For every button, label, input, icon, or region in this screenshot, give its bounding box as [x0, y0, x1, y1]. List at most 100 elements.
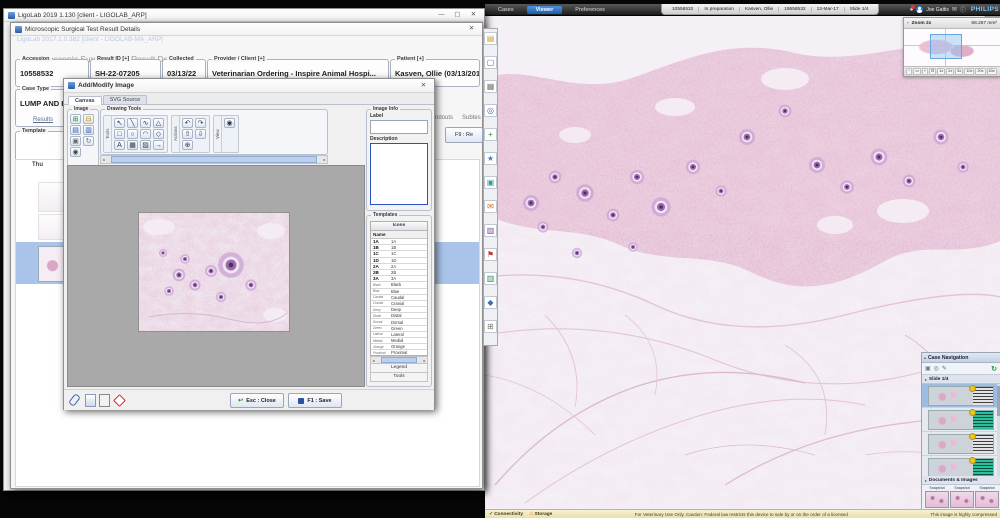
close-icon[interactable]: ✕ [417, 81, 430, 91]
zoom-header[interactable]: ‹ Zoom 2x 68.257 mm² [904, 18, 1000, 29]
new-canvas-icon[interactable]: ▣ [70, 136, 81, 146]
zoom-level-button[interactable]: 10x [964, 68, 975, 75]
field-value[interactable]: SH-22-07205 [95, 69, 140, 78]
undo-icon[interactable]: ↶ [182, 118, 193, 128]
templates-name-column[interactable]: Name [371, 231, 427, 239]
text-tool-icon[interactable]: A [114, 140, 125, 150]
tag-icon[interactable] [113, 394, 126, 407]
monitor-icon[interactable]: ▢ [484, 56, 497, 69]
field-value[interactable]: 10558532 [20, 69, 53, 78]
slide-thumbnail[interactable] [922, 456, 1000, 476]
slide-thumbnail[interactable] [922, 408, 1000, 432]
polygon-tool-icon[interactable]: △ [153, 118, 164, 128]
tab-sendouts[interactable]: ndouts [435, 115, 453, 121]
dialog-tab[interactable]: SVG Source [102, 95, 148, 104]
send-back-icon[interactable]: ⇩ [195, 129, 206, 139]
overview-map[interactable] [904, 29, 1000, 66]
preview-icon[interactable]: ◉ [224, 118, 235, 128]
templates-scrollbar[interactable]: ◂ ▸ [370, 356, 428, 364]
window-icon[interactable]: ⊞ [484, 320, 497, 333]
patient-record-icon[interactable]: ▤ [484, 32, 497, 45]
documents-section-header[interactable]: ▸ Documents & Images [922, 476, 1000, 485]
star-icon[interactable]: ★ [484, 152, 497, 165]
camera-icon[interactable]: ◉ [70, 147, 81, 157]
image-canvas[interactable] [67, 165, 365, 387]
dialog-title-bar[interactable]: Add/Modify Image ✕ [64, 79, 434, 93]
save-image-icon[interactable]: ▤ [70, 125, 81, 135]
scroll-right-icon[interactable]: ▸ [422, 358, 427, 363]
field-value[interactable]: 03/13/22 [167, 69, 196, 78]
ellipse-tool-icon[interactable]: ○ [127, 129, 138, 139]
zoom-in-icon[interactable]: + [921, 68, 929, 75]
slide-thumbnail[interactable] [922, 384, 1000, 408]
label-input[interactable] [370, 120, 428, 134]
snapshot-thumbnail[interactable]: Snapshot [950, 486, 974, 510]
note-icon[interactable] [85, 394, 96, 407]
results-link[interactable]: Results [33, 117, 53, 123]
zoom-level-button[interactable]: 20x [975, 68, 986, 75]
viewer-tab[interactable]: Cases [489, 6, 523, 14]
line-tool-icon[interactable]: ╲ [127, 118, 138, 128]
scrollbar-thumb[interactable] [381, 356, 417, 364]
zoom-level-button[interactable]: 2x [946, 68, 955, 75]
layers-icon[interactable]: ▥ [484, 272, 497, 285]
stamp-icon[interactable]: ▣ [925, 365, 931, 373]
viewer-tab[interactable]: Viewer [526, 5, 563, 14]
close-dialog-button[interactable]: ↩ Esc : Close [230, 393, 284, 408]
slide-thumbnail[interactable] [922, 432, 1000, 456]
viewer-tab[interactable]: Preferences [566, 6, 614, 14]
zoom-out-icon[interactable]: − [906, 68, 913, 75]
case-navigation-header[interactable]: ▴ Case Navigation [922, 353, 1000, 363]
curve-tool-icon[interactable]: ◠ [140, 129, 151, 139]
notifications-icon[interactable]: ● [910, 4, 916, 13]
arrow-tool-icon[interactable]: → [153, 140, 164, 150]
result-title-bar[interactable]: Microscopic Surgical Test Result Details… [11, 23, 482, 36]
fullscreen-icon[interactable]: ⊡ [929, 68, 937, 75]
attachment-icon[interactable] [68, 393, 81, 407]
refresh-button[interactable]: F9 : Re [445, 127, 483, 143]
bring-front-icon[interactable]: ⇧ [182, 129, 193, 139]
pointer-tool-icon[interactable]: ↖ [114, 118, 125, 128]
image-icon[interactable]: ▣ [484, 176, 497, 189]
diamond-tool-icon[interactable]: ◇ [153, 129, 164, 139]
search-icon[interactable]: ◎ [484, 104, 497, 117]
chart-icon[interactable]: ▨ [484, 224, 497, 237]
flag-icon[interactable]: ⚑ [484, 248, 497, 261]
freehand-tool-icon[interactable]: ∿ [140, 118, 151, 128]
clipboard-icon[interactable] [99, 394, 110, 407]
snapshot-thumbnail[interactable]: Snapshot [925, 486, 949, 510]
zoom-level-button[interactable]: 1x [937, 68, 946, 75]
grid-icon[interactable]: ▦ [484, 80, 497, 93]
viewport-rectangle[interactable] [930, 34, 962, 59]
diamond-icon[interactable]: ◆ [484, 296, 497, 309]
mail-icon[interactable]: ✉ [952, 6, 957, 13]
field-value[interactable]: Veterinarian Ordering - Inspire Animal H… [212, 69, 376, 78]
toolbar-scrollbar[interactable]: ◂ ▸ [100, 155, 328, 164]
import-image-icon[interactable]: ⊟ [83, 114, 94, 124]
close-icon[interactable]: ✕ [465, 24, 478, 34]
image-tool-icon[interactable]: ▦ [127, 140, 138, 150]
fit-screen-icon[interactable]: ▭ [913, 68, 921, 75]
zoom-action-icon[interactable]: ⊕ [182, 140, 193, 150]
field-value[interactable]: Kasven, Ollie (03/13/2017 [395, 69, 479, 78]
rectangle-tool-icon[interactable]: □ [114, 129, 125, 139]
scroll-right-icon[interactable]: ▸ [322, 157, 327, 162]
refresh-icon[interactable]: ↻ [991, 365, 997, 373]
scroll-left-icon[interactable]: ◂ [101, 157, 106, 162]
measure-icon[interactable]: ◎ [934, 365, 939, 373]
dialog-tab[interactable]: Canvas [68, 96, 102, 105]
slide-section-header[interactable]: ▸ Slide 1/4 [922, 375, 1000, 384]
maximize-button[interactable]: ▢ [451, 10, 464, 20]
redo-icon[interactable]: ↷ [195, 118, 206, 128]
scrollbar-thumb[interactable] [111, 156, 317, 163]
mail-icon[interactable]: ✉ [484, 200, 497, 213]
legend-section[interactable]: Legend [370, 364, 428, 373]
export-image-icon[interactable]: ▥ [83, 125, 94, 135]
save-dialog-button[interactable]: F1 : Save [288, 393, 342, 408]
snapshot-thumbnail[interactable]: Snapshot [975, 486, 999, 510]
add-icon[interactable]: + [484, 128, 497, 141]
templates-icons-button[interactable]: Icons [371, 222, 427, 231]
scroll-left-icon[interactable]: ◂ [371, 358, 376, 363]
open-image-icon[interactable]: ⊞ [70, 114, 81, 124]
fill-tool-icon[interactable]: ▨ [140, 140, 151, 150]
